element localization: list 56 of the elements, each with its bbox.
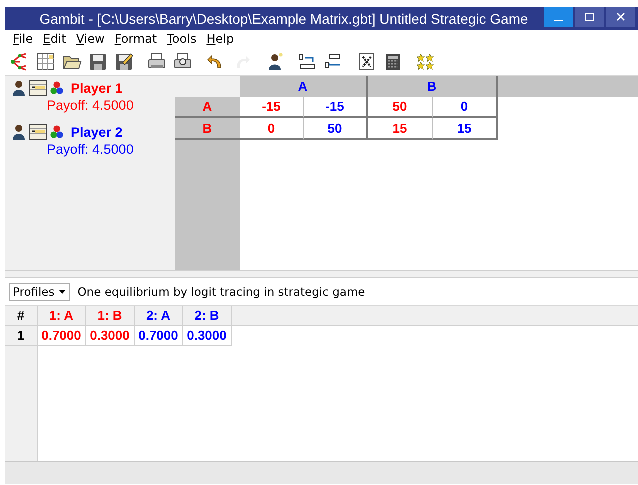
strategy-table-icon: [29, 124, 47, 140]
table-cell: 0.3000: [183, 326, 232, 346]
payoff-cell: 50: [368, 97, 433, 118]
color-circles-icon: [50, 81, 64, 95]
strategy-table-icon: [29, 80, 47, 96]
payoff-label: Payoff: 4.5000: [46, 141, 135, 159]
stars-icon: [416, 52, 436, 72]
print-preview-icon: [173, 52, 193, 72]
menu-item[interactable]: View: [71, 32, 110, 46]
column-header: 2: A: [135, 306, 183, 326]
table-icon: [36, 52, 56, 72]
calculator-icon: [383, 52, 403, 72]
row-strategy-header: B: [175, 118, 240, 140]
maximize-button[interactable]: [575, 7, 604, 27]
payoff-cell: 0: [240, 118, 304, 140]
payoff-cell: 0: [433, 97, 498, 118]
close-icon: [616, 13, 624, 21]
table-cell: 0.7000: [38, 326, 86, 346]
column-header: #: [5, 306, 38, 326]
minimize-button[interactable]: [544, 7, 573, 27]
menu-item[interactable]: Format: [110, 32, 162, 46]
close-button[interactable]: [606, 7, 635, 27]
row-header: 1: [5, 326, 38, 346]
payoff-cell: -15: [240, 97, 304, 118]
minimize-icon: [554, 20, 563, 22]
player-name[interactable]: Player 1: [71, 80, 123, 96]
person-icon: [12, 80, 26, 96]
menu-item[interactable]: Help: [202, 32, 240, 46]
profiles-dropdown[interactable]: Profiles: [9, 282, 70, 300]
profile-description: One equilibrium by logit tracing in strategic game: [78, 284, 366, 298]
menu-item[interactable]: Tools: [162, 32, 202, 46]
column-strategy-header: A: [240, 76, 368, 97]
column-header: 2: B: [183, 306, 232, 326]
column-header: 1: B: [86, 306, 135, 326]
decimal-increase-icon: [298, 52, 318, 72]
payoff-cell: 15: [433, 118, 498, 140]
table-button[interactable]: [35, 50, 57, 72]
maximize-icon: [585, 13, 594, 21]
color-circles-icon: [50, 125, 64, 139]
dotted-grid-icon: [357, 52, 377, 72]
floppy-pencil-icon: [114, 52, 134, 72]
column-header: 1: A: [38, 306, 86, 326]
payoff-cell: 15: [368, 118, 433, 140]
payoff-cell: 50: [304, 118, 368, 140]
payoff-label: Payoff: 4.5000: [46, 97, 135, 115]
column-strategy-header: B: [368, 76, 498, 97]
menu-item[interactable]: File: [8, 32, 38, 46]
window-title: Gambit - [C:\Users\Barry\Desktop\Example Matrix.gbt] Untitled Strategic Game: [38, 10, 530, 26]
player-name[interactable]: Player 2: [71, 124, 123, 140]
payoff-cell: -15: [304, 97, 368, 118]
table-cell: 0.7000: [135, 326, 183, 346]
menu-item[interactable]: Edit: [38, 32, 72, 46]
row-strategy-header: A: [175, 97, 240, 118]
person-icon: [12, 124, 26, 140]
table-cell: 0.3000: [86, 326, 135, 346]
printer-icon: [147, 52, 167, 72]
